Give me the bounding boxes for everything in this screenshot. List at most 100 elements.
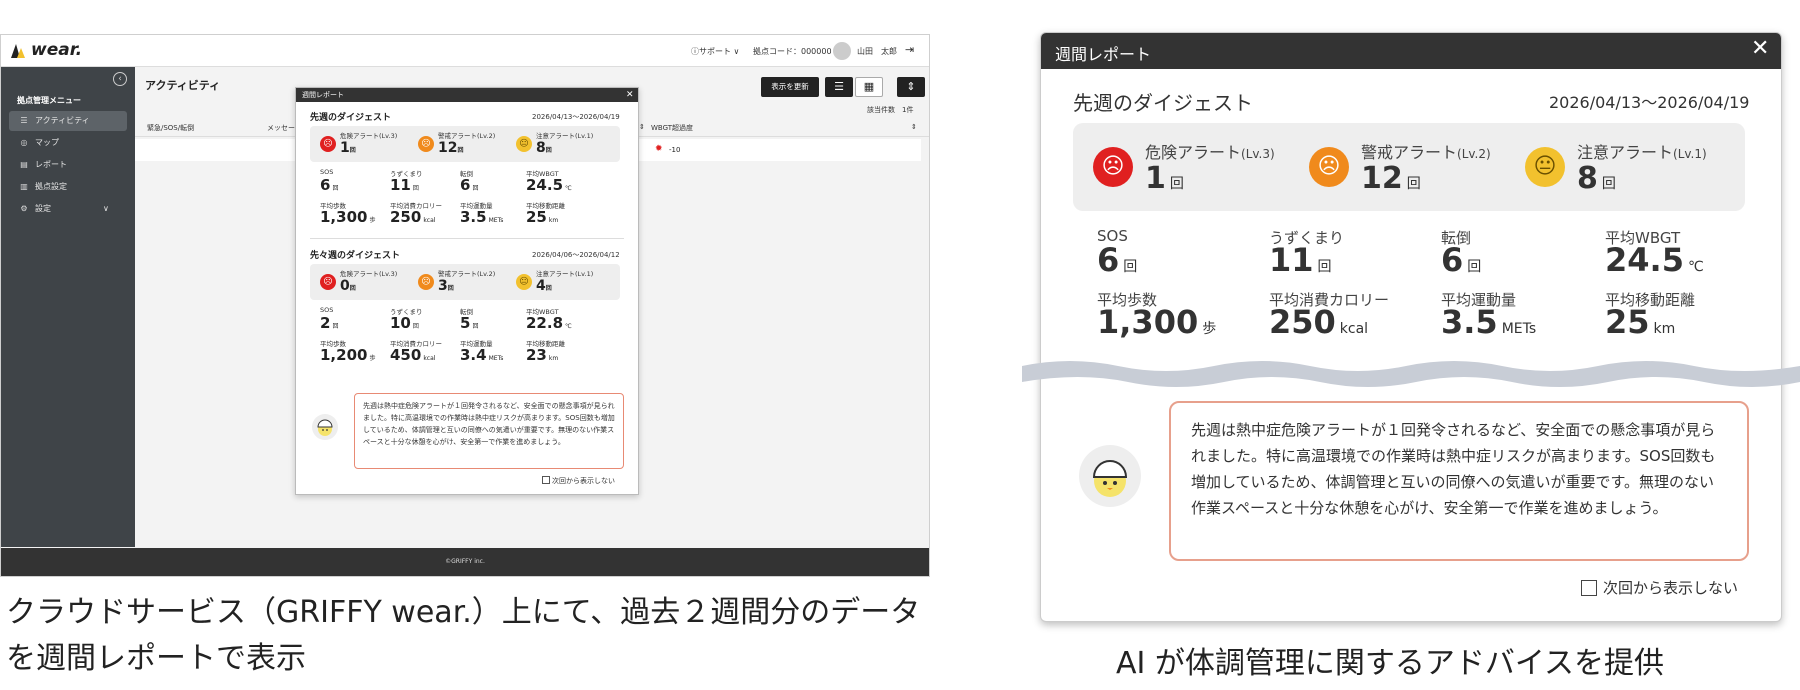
grid-view-button[interactable]: ▦ bbox=[855, 77, 883, 97]
close-icon[interactable]: ✕ bbox=[626, 88, 634, 102]
stat-value: 3.4 METs bbox=[460, 346, 504, 364]
logout-icon[interactable]: ⇥ bbox=[905, 43, 914, 56]
app-logo[interactable]: wear. bbox=[31, 40, 82, 60]
stat-value: 22.8 ℃ bbox=[526, 314, 572, 332]
help-icon: ⓘ bbox=[691, 47, 699, 56]
app-screenshot: wear. ⓘサポート ∨ 拠点コード：000000 山田 太郎 ⇥ ‹ 拠点管… bbox=[0, 34, 930, 577]
sort-icon[interactable]: ⇕ bbox=[639, 123, 645, 131]
collapse-icon[interactable]: ‹ bbox=[113, 72, 127, 86]
helmet-mascot-icon bbox=[1079, 445, 1141, 507]
gear-icon: ⚙ bbox=[20, 204, 28, 213]
digest-title: 先々週のダイジェスト bbox=[310, 251, 401, 261]
caution-count: 4回 bbox=[536, 278, 552, 294]
column-header[interactable]: 緊急/SOS/転倒 bbox=[147, 123, 194, 133]
modal-title: 週間レポート bbox=[1055, 45, 1152, 64]
stat-value: 24.5 ℃ bbox=[1605, 241, 1704, 279]
list-icon: ☰ bbox=[834, 80, 844, 93]
danger-count: 0回 bbox=[340, 278, 356, 294]
pin-icon: ◎ bbox=[20, 138, 28, 147]
alert-label: 警戒アラート(Lv.2) bbox=[438, 270, 496, 278]
cut-wave-divider bbox=[1022, 361, 1800, 387]
stat-value: 6回 bbox=[320, 176, 339, 194]
alert-summary: ☹ 危険アラート(Lv.3) 1回 ☹ 警戒アラート(Lv.2) 12回 😐︎ … bbox=[1073, 123, 1745, 211]
stat-value: 25 km bbox=[1605, 303, 1676, 341]
sidebar-item-activity[interactable]: ☰ アクティビティ bbox=[9, 111, 127, 131]
alert-label: 警戒アラート(Lv.2) bbox=[438, 132, 496, 140]
divider bbox=[310, 238, 624, 239]
stat-value: 3.5 METs bbox=[460, 208, 504, 226]
stat-value: 250 kcal bbox=[1269, 303, 1369, 341]
digest-date: 2026/04/13〜2026/04/19 bbox=[532, 113, 620, 121]
column-header[interactable]: メッセー bbox=[267, 123, 295, 133]
sort-button[interactable]: ⇕ bbox=[897, 77, 925, 97]
digest-date: 2026/04/06〜2026/04/12 bbox=[532, 251, 620, 259]
result-count: 該当件数 1件 bbox=[867, 106, 914, 114]
alert-label: 注意アラート(Lv.1) bbox=[1577, 143, 1707, 162]
stat-value: 23 km bbox=[526, 346, 559, 364]
ai-advice-message: 先週は熱中症危険アラートが１回発令されるなど、安全面での懸念事項が見られました。… bbox=[1169, 401, 1749, 561]
stat-value: 250 kcal bbox=[390, 208, 436, 226]
caution-count: 8回 bbox=[1577, 161, 1616, 196]
dont-show-again-checkbox[interactable]: 次回から表示しない bbox=[1581, 577, 1738, 598]
stat-value: 24.5 ℃ bbox=[526, 176, 572, 194]
chevron-down-icon: ∨ bbox=[731, 47, 740, 56]
stat-value: 450 kcal bbox=[390, 346, 436, 364]
stat-value: 5回 bbox=[460, 314, 479, 332]
digest-title: 先週のダイジェスト bbox=[310, 113, 392, 123]
sun-icon: ✹ bbox=[655, 144, 663, 154]
checkbox-icon bbox=[1581, 580, 1597, 596]
digest-title: 先週のダイジェスト bbox=[1073, 91, 1253, 115]
stat-value: 11 回 bbox=[390, 176, 419, 194]
avatar[interactable] bbox=[833, 42, 851, 60]
sort-icon: ⇕ bbox=[906, 80, 916, 93]
sidebar-item-map[interactable]: ◎ マップ bbox=[9, 133, 127, 153]
stats-grid: SOS 6回 うずくまり 11 回 転倒 6回 平均WBGT 24.5 ℃ 平均歩数… bbox=[320, 168, 572, 226]
caption-right: AI が体調管理に関するアドバイスを提供 bbox=[1115, 646, 1664, 681]
caution-face-icon: 😐︎ bbox=[516, 274, 532, 290]
stat-value: 2回 bbox=[320, 314, 339, 332]
sidebar-item-site-settings[interactable]: ▥ 拠点設定 bbox=[9, 177, 127, 197]
sidebar-item-settings[interactable]: ⚙ 設定 ∨ bbox=[9, 199, 127, 219]
modal-header: 週間レポート bbox=[296, 88, 638, 102]
danger-count: 1回 bbox=[340, 140, 356, 156]
alert-summary: ☹ 危険アラート(Lv.3) 1回 ☹ 警戒アラート(Lv.2) 12回 😐︎ … bbox=[310, 126, 620, 162]
stat-value: 6回 bbox=[1441, 241, 1482, 279]
stat-value: 6回 bbox=[1097, 241, 1138, 279]
caution-count: 8回 bbox=[536, 140, 552, 156]
close-icon[interactable]: ✕ bbox=[1751, 36, 1769, 61]
weekly-report-modal-small: 週間レポート ✕ 先週のダイジェスト 2026/04/13〜2026/04/19… bbox=[295, 87, 639, 495]
refresh-button[interactable]: 表示を更新 bbox=[761, 77, 819, 97]
warning-count: 3回 bbox=[438, 278, 454, 294]
dont-show-again-checkbox[interactable]: 次回から表示しない bbox=[542, 476, 615, 486]
warning-face-icon: ☹ bbox=[418, 274, 434, 290]
warning-face-icon: ☹ bbox=[1309, 147, 1349, 187]
warning-count: 12回 bbox=[1361, 161, 1421, 196]
alert-label: 注意アラート(Lv.1) bbox=[536, 270, 594, 278]
stat-value: 25 km bbox=[526, 208, 559, 226]
report-icon: ▤ bbox=[20, 160, 28, 169]
column-header[interactable]: WBGT超過度 bbox=[651, 123, 693, 133]
list-view-button[interactable]: ☰ bbox=[825, 77, 853, 97]
stat-value: 1,300 歩 bbox=[1097, 303, 1217, 341]
support-menu[interactable]: ⓘサポート ∨ bbox=[691, 46, 739, 57]
checkbox-icon bbox=[542, 476, 550, 484]
list-icon: ☰ bbox=[20, 116, 28, 125]
stat-value: 11 回 bbox=[1269, 241, 1332, 279]
user-name[interactable]: 山田 太郎 bbox=[857, 46, 897, 57]
digest-date: 2026/04/13〜2026/04/19 bbox=[1549, 93, 1750, 112]
warning-face-icon: ☹ bbox=[418, 136, 434, 152]
building-icon: ▥ bbox=[20, 182, 28, 191]
sidebar-item-report[interactable]: ▤ レポート bbox=[9, 155, 127, 175]
danger-count: 1回 bbox=[1145, 161, 1184, 196]
alert-label: 注意アラート(Lv.1) bbox=[536, 132, 594, 140]
chevron-down-icon: ∨ bbox=[103, 204, 109, 213]
sidebar: ‹ 拠点管理メニュー ☰ アクティビティ ◎ マップ ▤ レポート ▥ 拠点設定 ⚙ 設定… bbox=[1, 67, 135, 547]
stat-value: 1,200 歩 bbox=[320, 346, 376, 364]
sort-icon[interactable]: ⇕ bbox=[911, 123, 917, 131]
alert-summary: ☹ 危険アラート(Lv.3) 0回 ☹ 警戒アラート(Lv.2) 3回 😐︎ 注… bbox=[310, 264, 620, 300]
sidebar-title: 拠点管理メニュー bbox=[17, 96, 81, 105]
logo-mark-icon bbox=[11, 44, 25, 58]
stats-grid: SOS 6回 うずくまり 11 回 転倒 6回 平均WBGT 24.5 ℃ 平均歩数… bbox=[1097, 227, 1704, 341]
site-code: 拠点コード：000000 bbox=[753, 47, 832, 56]
danger-face-icon: ☹ bbox=[320, 136, 336, 152]
